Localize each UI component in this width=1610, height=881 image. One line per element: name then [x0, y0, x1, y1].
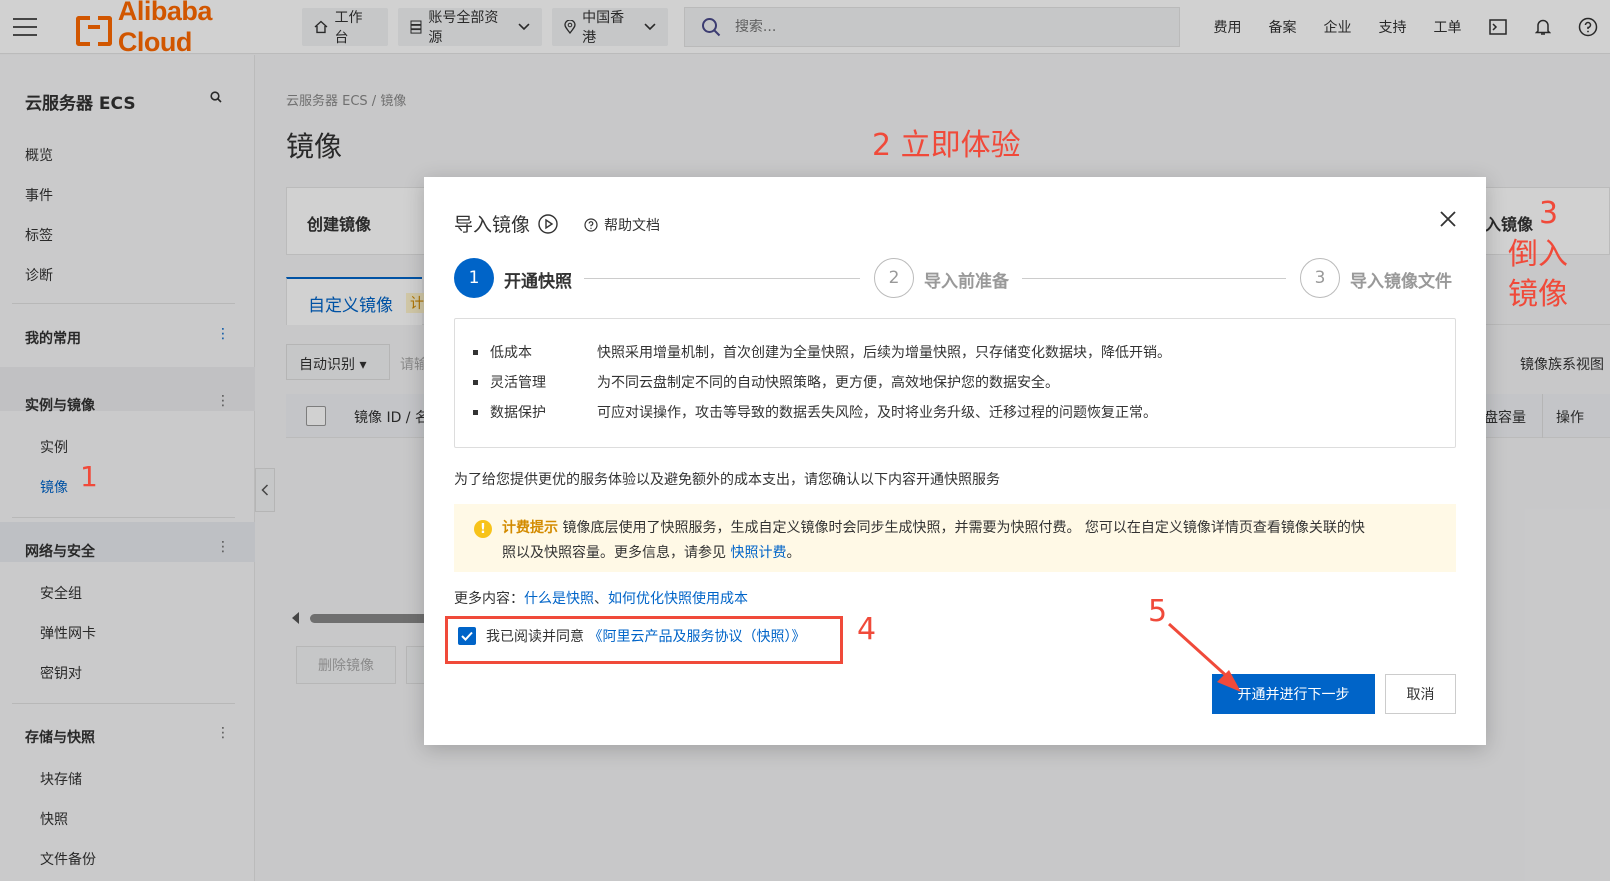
step-1-label: 开通快照: [504, 272, 572, 292]
billing-warning: ! 计费提示 镜像底层使用了快照服务，生成自定义镜像时会同步生成快照，并需要为快…: [454, 504, 1456, 572]
snapshot-billing-link[interactable]: 快照计费: [730, 545, 786, 561]
feature-data-protection: 数据保护 可应对误操作，攻击等导致的数据丢失风险，及时将业务升级、迁移过程的问题…: [473, 402, 1157, 422]
step-connector: [1022, 278, 1286, 279]
billing-text-end: 。: [786, 545, 801, 561]
step-2-label: 导入前准备: [924, 272, 1009, 292]
bullet: [473, 350, 478, 355]
help-doc-label: 帮助文档: [604, 218, 660, 234]
feature-desc: 为不同云盘制定不同的自动快照策略，更方便，高效地保护您的数据安全。: [597, 375, 1059, 391]
more-separator: 、: [594, 591, 608, 607]
feature-desc: 快照采用增量机制，首次创建为全量快照，后续为增量快照，只存储变化数据块，降低开销…: [597, 345, 1171, 361]
dialog-title: 导入镜像: [454, 210, 558, 237]
stepper: 1 开通快照 2 导入前准备 3 导入镜像文件: [454, 258, 1456, 298]
close-icon[interactable]: [1436, 207, 1460, 231]
step-connector: [584, 278, 860, 279]
service-notice: 为了给您提供更优的服务体验以及避免额外的成本支出，请您确认以下内容开通快照服务: [454, 472, 1000, 488]
annotation-highlight-box: [445, 616, 843, 664]
feature-desc: 可应对误操作，攻击等导致的数据丢失风险，及时将业务升级、迁移过程的问题恢复正常。: [597, 405, 1157, 421]
feature-low-cost: 低成本 快照采用增量机制，首次创建为全量快照，后续为增量快照，只存储变化数据块，…: [473, 342, 1171, 362]
step-3-circle: 3: [1300, 258, 1340, 298]
step-2-circle: 2: [874, 258, 914, 298]
bullet: [473, 410, 478, 415]
annotation-2: 2 立即体验: [872, 128, 1021, 163]
warning-icon: !: [474, 520, 492, 538]
step-3-label: 导入镜像文件: [1350, 272, 1452, 292]
play-video-icon[interactable]: [538, 213, 558, 234]
cancel-button[interactable]: 取消: [1385, 674, 1456, 714]
annotation-3-text: 倒入镜像: [1508, 237, 1568, 312]
feature-name: 数据保护: [490, 405, 546, 421]
what-is-snapshot-link[interactable]: 什么是快照: [524, 591, 594, 607]
annotation-1: 1: [80, 460, 98, 493]
billing-text-1: 镜像底层使用了快照服务，生成自定义镜像时会同步生成快照，并需要为快照付费。 您可…: [562, 520, 1365, 536]
feature-name: 低成本: [490, 345, 532, 361]
annotation-arrow-icon: [1167, 622, 1241, 692]
question-circle-icon: [584, 218, 598, 232]
step-1-circle: 1: [454, 258, 494, 298]
more-label: 更多内容：: [454, 591, 524, 607]
feature-name: 灵活管理: [490, 375, 546, 391]
snapshot-features-box: 低成本 快照采用增量机制，首次创建为全量快照，后续为增量快照，只存储变化数据块，…: [454, 318, 1456, 448]
bullet: [473, 380, 478, 385]
optimize-cost-link[interactable]: 如何优化快照使用成本: [608, 591, 748, 607]
billing-text-2: 照以及快照容量。更多信息，请参见: [502, 545, 726, 561]
annotation-4: 4: [857, 612, 877, 647]
more-info: 更多内容：什么是快照、如何优化快照使用成本: [454, 588, 748, 608]
billing-tag: 计费提示: [502, 520, 558, 536]
annotation-3: 3: [1539, 196, 1559, 231]
dialog-title-text: 导入镜像: [454, 214, 531, 236]
feature-flexible: 灵活管理 为不同云盘制定不同的自动快照策略，更方便，高效地保护您的数据安全。: [473, 372, 1059, 392]
help-doc-link[interactable]: 帮助文档: [584, 215, 660, 235]
